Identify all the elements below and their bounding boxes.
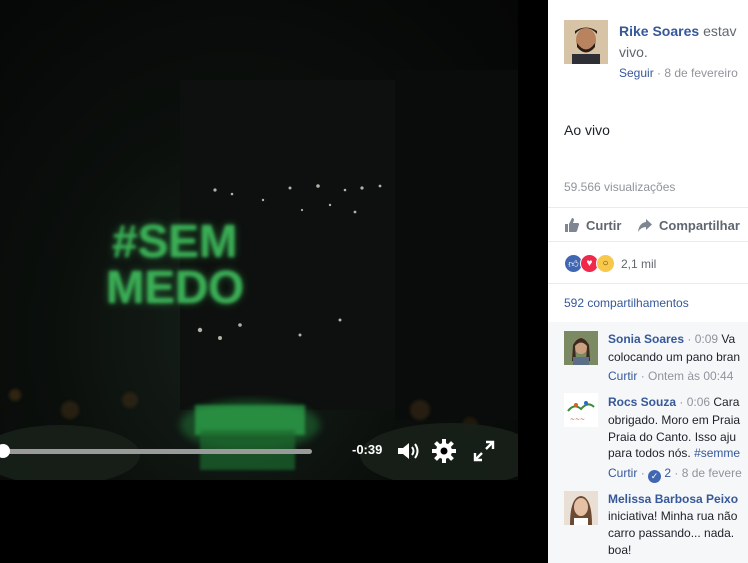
projection-line-1: #SEM	[112, 215, 237, 267]
view-count: 59.566 visualizações	[564, 180, 676, 194]
comment-text: colocando um pano bran	[608, 350, 741, 364]
commenter-name[interactable]: Melissa Barbosa Peixo	[608, 492, 738, 506]
hashtag-link[interactable]: #semme	[694, 446, 740, 460]
post-caption: Ao vivo	[564, 122, 610, 138]
time-remaining: -0:39	[352, 442, 383, 457]
comment-like-link[interactable]: Curtir	[608, 466, 637, 480]
follow-link[interactable]: Seguir	[619, 66, 654, 80]
progress-handle[interactable]	[0, 444, 10, 458]
author-line-continued: vivo.	[619, 44, 648, 60]
settings-gear-icon[interactable]	[431, 438, 457, 464]
commenter-avatar[interactable]	[564, 331, 598, 365]
reaction-count: 2,1 mil	[621, 256, 657, 271]
volume-icon[interactable]	[395, 438, 421, 464]
thumbs-up-icon	[565, 218, 579, 232]
share-count-link[interactable]: 592 compartilhamentos	[564, 296, 689, 310]
share-arrow-icon	[638, 219, 652, 232]
commenter-name[interactable]: Sonia Soares · 0:09 Va	[608, 332, 735, 346]
divider	[548, 241, 748, 242]
comment-text: Praia do Canto. Isso aju	[608, 430, 737, 444]
comment-text: iniciativa! Minha rua não	[608, 509, 738, 523]
video-player[interactable]: #SEM MEDO #SEM MEDO -0:39	[0, 0, 548, 563]
comment-like-count[interactable]: 2	[664, 466, 671, 480]
comment-text: obrigado. Moro em Praia	[608, 413, 741, 427]
author-name-link[interactable]: Rike Soares	[619, 23, 699, 39]
comment-actions: Curtir · Ontem às 00:44	[608, 369, 734, 383]
progress-bar[interactable]	[0, 449, 312, 454]
fullscreen-icon[interactable]	[471, 438, 497, 464]
commenter-name[interactable]: Rocs Souza · 0:06 Cara	[608, 395, 739, 409]
comment-text: carro passando... nada.	[608, 526, 735, 540]
post-date[interactable]: · 8 de fevereiro	[657, 66, 738, 80]
video-frame[interactable]: #SEM MEDO #SEM MEDO -0:39	[0, 0, 518, 480]
wow-reaction-icon: ○	[596, 254, 615, 273]
video-controls: -0:39	[0, 430, 518, 470]
svg-text:~~~: ~~~	[570, 416, 585, 423]
like-button[interactable]: Curtir	[564, 217, 621, 233]
night-scene: #SEM MEDO #SEM MEDO	[0, 70, 518, 480]
author-avatar[interactable]	[564, 20, 608, 64]
comments-list: Sonia Soares · 0:09 Va colocando um pano…	[548, 322, 748, 563]
post-meta: Seguir · 8 de fevereiro	[619, 66, 738, 80]
divider	[548, 207, 748, 208]
comment-text: para todos nós. #semme	[608, 446, 741, 460]
like-badge-icon: ✓	[648, 470, 662, 483]
post-sidebar: Rike Soares estav vivo. Seguir · 8 de fe…	[548, 0, 748, 563]
divider	[548, 283, 748, 284]
commenter-avatar[interactable]: ~~~	[564, 393, 598, 427]
post-author-line: Rike Soares estav	[619, 23, 737, 39]
projection-line-2: MEDO	[106, 261, 244, 313]
comment-like-link[interactable]: Curtir	[608, 369, 637, 383]
commenter-avatar[interactable]	[564, 491, 598, 525]
share-button[interactable]: Compartilhar	[637, 217, 740, 233]
reactions-summary[interactable]: 👍︎ ♥ ○ 2,1 mil	[564, 254, 656, 273]
comment-text: boa!	[608, 543, 632, 557]
comment-actions: Curtir · ✓ 2 · 8 de fevere	[608, 466, 742, 483]
